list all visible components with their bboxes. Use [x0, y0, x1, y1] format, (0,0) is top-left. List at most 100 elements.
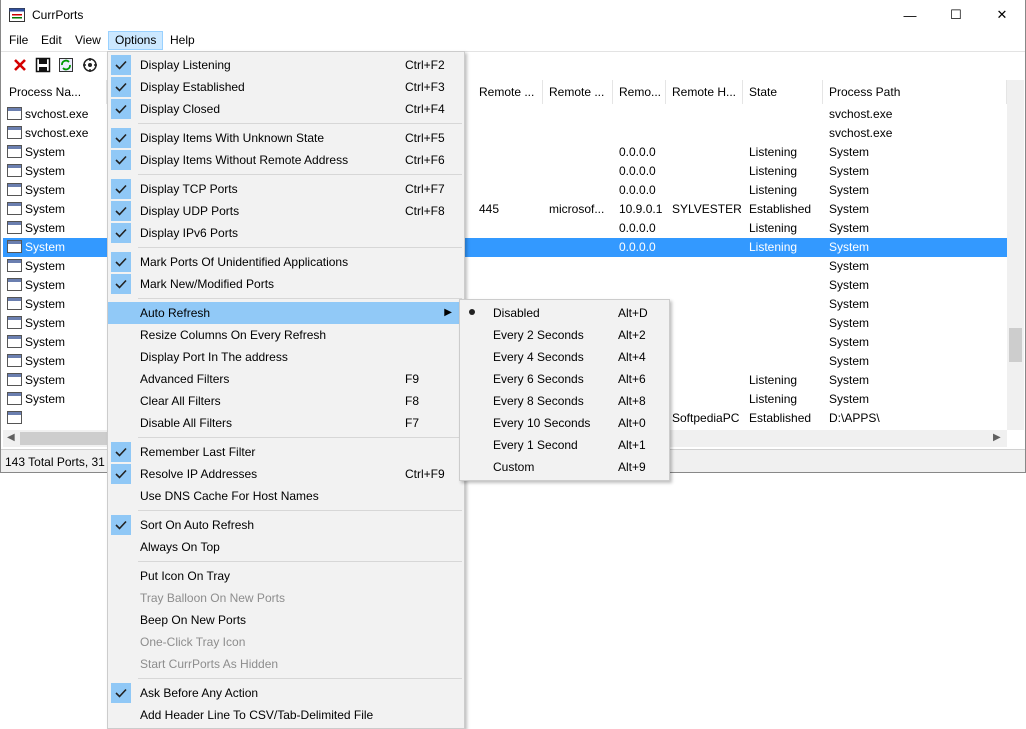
process-name-cell: System	[25, 278, 66, 292]
submenu-item[interactable]: Custom Alt+9	[460, 456, 667, 478]
submenu-item[interactable]: Disabled Alt+D	[460, 302, 667, 324]
menu-item[interactable]: Mark New/Modified Ports	[108, 273, 462, 295]
menu-item[interactable]: Tray Balloon On New Ports	[108, 587, 462, 609]
state-cell: Listening	[749, 240, 798, 254]
column-process-name[interactable]: Process Na...	[3, 80, 107, 104]
menu-edit[interactable]: Edit	[35, 31, 68, 50]
menu-item[interactable]: Display Closed Ctrl+F4	[108, 98, 462, 120]
menu-item[interactable]: Display Items Without Remote Address Ctrl…	[108, 149, 462, 171]
submenu-item-label: Every 6 Seconds	[493, 372, 584, 386]
menu-item[interactable]: One-Click Tray Icon	[108, 631, 462, 653]
minimize-button[interactable]: —	[887, 0, 933, 30]
menu-item[interactable]: Advanced Filters F9	[108, 368, 462, 390]
menu-item[interactable]: Display TCP Ports Ctrl+F7	[108, 178, 462, 200]
menu-separator	[138, 174, 462, 175]
menu-item-label: Start CurrPorts As Hidden	[140, 657, 279, 671]
options-menu: Display Listening Ctrl+F2 Display Establis…	[107, 51, 465, 729]
submenu-item[interactable]: Every 4 Seconds Alt+4	[460, 346, 667, 368]
scroll-left-icon[interactable]: ◀	[7, 432, 15, 443]
submenu-item-shortcut: Alt+6	[618, 372, 646, 386]
menu-item[interactable]: Display UDP Ports Ctrl+F8	[108, 200, 462, 222]
menu-item[interactable]: Disable All Filters F7	[108, 412, 462, 434]
menu-item[interactable]: Ask Before Any Action	[108, 682, 462, 704]
checkmark-icon	[111, 223, 131, 243]
submenu-item[interactable]: Every 2 Seconds Alt+2	[460, 324, 667, 346]
column-process-path[interactable]: Process Path	[823, 80, 1007, 104]
menu-item[interactable]: Put Icon On Tray	[108, 565, 462, 587]
menu-item[interactable]: Resolve IP Addresses Ctrl+F9	[108, 463, 462, 485]
submenu-item[interactable]: Every 6 Seconds Alt+6	[460, 368, 667, 390]
submenu-item-shortcut: Alt+1	[618, 438, 646, 452]
process-name-cell: System	[25, 240, 66, 254]
remote-host-cell: SoftpediaPC	[672, 411, 740, 425]
process-path-cell: System	[829, 278, 870, 292]
remote-address-cell: 0.0.0.0	[619, 164, 656, 178]
process-path-cell: System	[829, 221, 870, 235]
menu-item[interactable]: Remember Last Filter	[108, 441, 462, 463]
horizontal-scroll-thumb[interactable]	[20, 432, 110, 445]
process-name-cell: System	[25, 392, 66, 406]
submenu-item-shortcut: Alt+4	[618, 350, 646, 364]
menu-item[interactable]: Display Established Ctrl+F3	[108, 76, 462, 98]
menu-item[interactable]: Add Header Line To CSV/Tab-Delimited Fil…	[108, 704, 462, 726]
vertical-scroll-thumb[interactable]	[1009, 328, 1022, 362]
menu-item-label: Put Icon On Tray	[140, 569, 231, 583]
submenu-item-label: Every 8 Seconds	[493, 394, 584, 408]
menu-item-label: Beep On New Ports	[140, 613, 247, 627]
process-window-icon	[7, 126, 22, 139]
menu-item[interactable]: Display IPv6 Ports	[108, 222, 462, 244]
menu-options[interactable]: Options	[108, 31, 164, 50]
menu-item[interactable]: Auto Refresh ▶	[108, 302, 462, 324]
checkmark-icon	[111, 179, 131, 199]
menu-item[interactable]: Beep On New Ports	[108, 609, 462, 631]
save-button[interactable]	[33, 55, 53, 75]
checkmark-icon	[111, 150, 131, 170]
column-remote-port-name[interactable]: Remote ...	[543, 80, 613, 104]
column-remote-host[interactable]: Remote H...	[666, 80, 743, 104]
menu-item-label: Tray Balloon On New Ports	[140, 591, 285, 605]
vertical-scrollbar[interactable]	[1007, 80, 1024, 430]
menu-item[interactable]: Resize Columns On Every Refresh	[108, 324, 462, 346]
menu-file[interactable]: File	[3, 31, 34, 50]
refresh-button[interactable]	[56, 55, 76, 75]
remote-address-cell: 0.0.0.0	[619, 183, 656, 197]
scroll-right-icon[interactable]: ▶	[993, 432, 1001, 443]
menu-item[interactable]: Display Port In The address	[108, 346, 462, 368]
menu-help[interactable]: Help	[164, 31, 201, 50]
close-button[interactable]: ✕	[979, 0, 1025, 30]
menu-item-shortcut: Ctrl+F6	[405, 153, 445, 167]
submenu-item[interactable]: Every 1 Second Alt+1	[460, 434, 667, 456]
checkmark-icon	[111, 252, 131, 272]
process-name-cell: System	[25, 259, 66, 273]
process-path-cell: svchost.exe	[829, 126, 893, 140]
menu-item[interactable]: Sort On Auto Refresh	[108, 514, 462, 536]
process-window-icon	[7, 335, 22, 348]
menu-item[interactable]: Clear All Filters F8	[108, 390, 462, 412]
column-remote-address[interactable]: Remo...	[613, 80, 666, 104]
column-state[interactable]: State	[743, 80, 823, 104]
menu-item-label: Use DNS Cache For Host Names	[140, 489, 319, 503]
title-bar[interactable]: CurrPorts — ☐ ✕	[1, 0, 1025, 30]
submenu-item-shortcut: Alt+0	[618, 416, 646, 430]
properties-button[interactable]	[80, 55, 100, 75]
maximize-button[interactable]: ☐	[933, 0, 979, 30]
menu-item[interactable]: Display Items With Unknown State Ctrl+F5	[108, 127, 462, 149]
menu-item[interactable]: Start CurrPorts As Hidden	[108, 653, 462, 675]
checkmark-icon	[111, 55, 131, 75]
menu-item[interactable]: Display Listening Ctrl+F2	[108, 54, 462, 76]
menu-item[interactable]: Mark Ports Of Unidentified Applications	[108, 251, 462, 273]
menu-item-label: Mark New/Modified Ports	[140, 277, 275, 291]
submenu-item[interactable]: Every 8 Seconds Alt+8	[460, 390, 667, 412]
menu-item-label: Disable All Filters	[140, 416, 233, 430]
menu-item-label: Display Closed	[140, 102, 221, 116]
menu-item-shortcut: F7	[405, 416, 420, 430]
close-connection-button[interactable]	[10, 55, 30, 75]
submenu-item-shortcut: Alt+D	[618, 306, 648, 320]
menu-item[interactable]: Use DNS Cache For Host Names	[108, 485, 462, 507]
column-remote-port[interactable]: Remote ...	[473, 80, 543, 104]
menu-item[interactable]: Always On Top	[108, 536, 462, 558]
submenu-item[interactable]: Every 10 Seconds Alt+0	[460, 412, 667, 434]
radio-selected-icon	[469, 309, 475, 315]
menu-view[interactable]: View	[69, 31, 107, 50]
process-window-icon	[7, 354, 22, 367]
